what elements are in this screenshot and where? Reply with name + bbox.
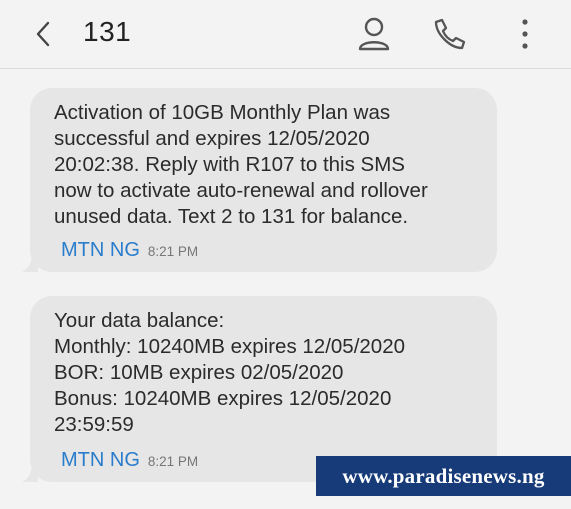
message-bubble[interactable]: Activation of 10GB Monthly Plan was succ…: [22, 88, 497, 272]
message-bubble[interactable]: Your data balance: Monthly: 10240MB expi…: [22, 296, 497, 482]
message-time: 8:21 PM: [147, 454, 199, 469]
sender-name: MTN NG: [61, 449, 140, 471]
bubble-tail: [22, 466, 38, 482]
message-text: Your data balance: Monthly: 10240MB expi…: [54, 309, 406, 436]
message-time: 8:21 PM: [147, 244, 199, 259]
watermark-banner: www.paradisenews.ng: [316, 456, 571, 496]
call-button[interactable]: [428, 12, 472, 56]
sender-name: MTN NG: [61, 239, 140, 261]
conversation-title: 131: [83, 16, 132, 47]
bubble-tail: [22, 256, 38, 272]
person-icon: [358, 17, 390, 51]
vertical-dots-icon: [522, 19, 528, 49]
messaging-app: 131 Activation of 10GB Monthly Plan was …: [0, 0, 571, 509]
conversation-header: 131: [0, 0, 571, 69]
message-text: Activation of 10GB Monthly Plan was succ…: [54, 101, 428, 228]
more-options-button[interactable]: [503, 12, 547, 56]
chevron-left-icon: [36, 21, 50, 47]
back-button[interactable]: [24, 14, 64, 54]
message-meta: MTN NG 8:21 PM: [61, 239, 198, 262]
contact-button[interactable]: [352, 12, 396, 56]
phone-icon: [434, 18, 466, 50]
message-meta: MTN NG 8:21 PM: [61, 449, 198, 472]
